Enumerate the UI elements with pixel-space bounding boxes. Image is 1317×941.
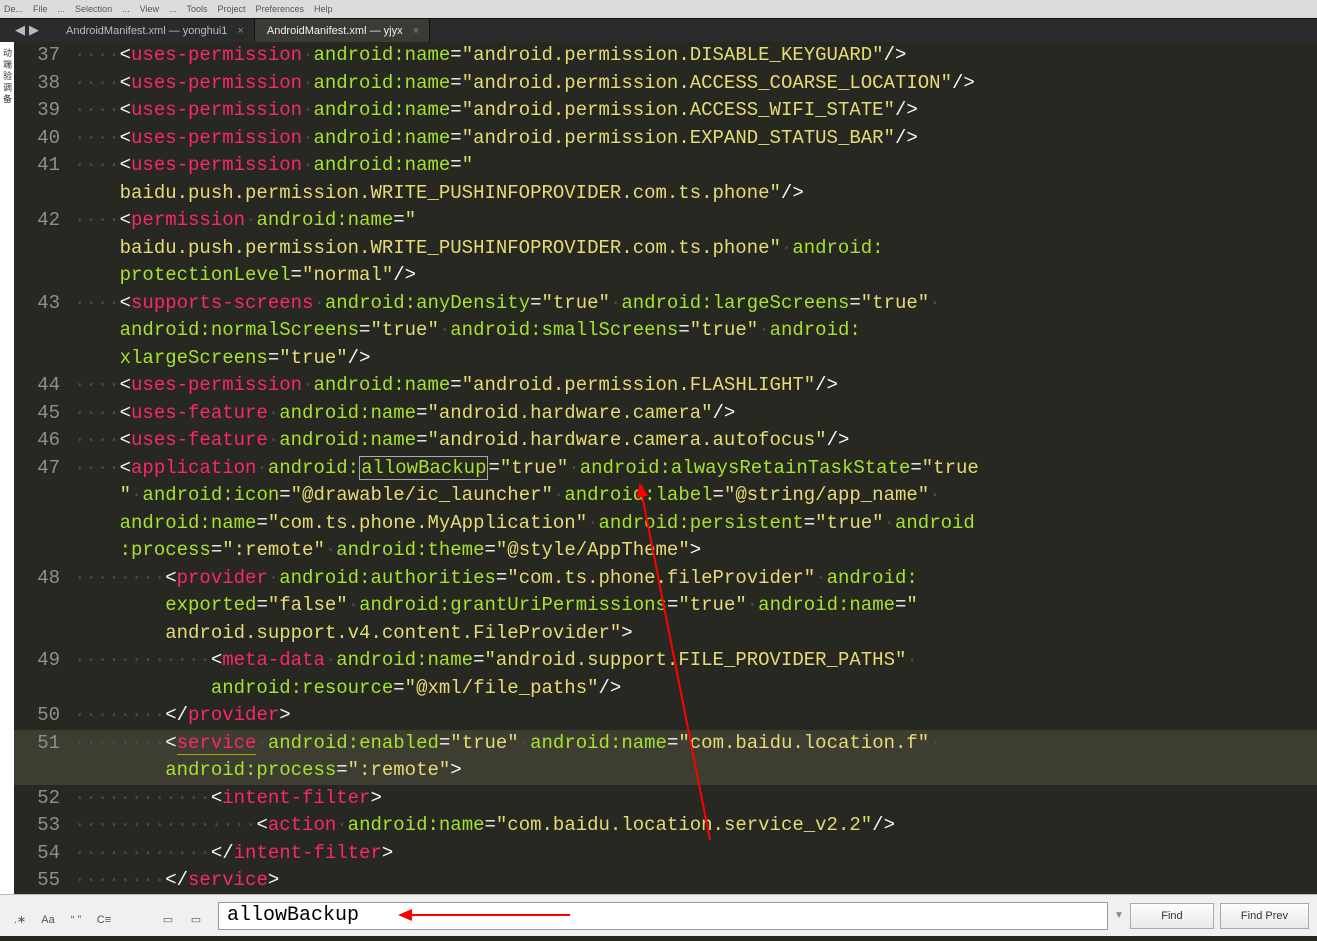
editor-tab[interactable]: AndroidManifest.xml — yonghui1 × <box>54 19 255 42</box>
menu-item[interactable]: De... <box>4 4 23 14</box>
line-number: 53 <box>14 812 74 840</box>
close-icon[interactable]: × <box>237 25 243 37</box>
line-number: 48 <box>14 565 74 593</box>
code-line[interactable]: android:name="com.ts.phone.MyApplication… <box>14 510 1317 538</box>
left-sidebar-sliver: 动 端 验 调 备 <box>0 42 14 894</box>
code-line[interactable]: :process=":remote"·android:theme="@style… <box>14 537 1317 565</box>
line-number: 51 <box>14 730 74 758</box>
code-line[interactable]: 46····<uses-feature·android:name="androi… <box>14 427 1317 455</box>
line-number: 44 <box>14 372 74 400</box>
line-number: 41 <box>14 152 74 180</box>
menu-item[interactable]: Preferences <box>256 4 305 14</box>
menu-item[interactable]: View <box>140 4 159 14</box>
code-line[interactable]: xlargeScreens="true"/> <box>14 345 1317 373</box>
code-line[interactable]: android:normalScreens="true"·android:sma… <box>14 317 1317 345</box>
code-line[interactable]: 38····<uses-permission·android:name="and… <box>14 70 1317 98</box>
nav-forward-icon[interactable]: ▶ <box>29 23 39 38</box>
line-number: 50 <box>14 702 74 730</box>
tab-label: AndroidManifest.xml — yjyx <box>267 25 403 37</box>
menu-item[interactable]: ... <box>169 4 177 14</box>
code-line[interactable]: android:resource="@xml/file_paths"/> <box>14 675 1317 703</box>
find-bar: .∗Aa“ ”C≡▭▭ ▼ Find Find Prev <box>0 894 1317 936</box>
line-number: 54 <box>14 840 74 868</box>
find-option[interactable] <box>128 899 152 923</box>
nav-back-icon[interactable]: ◀ <box>15 23 25 38</box>
code-line[interactable]: 37····<uses-permission·android:name="and… <box>14 42 1317 70</box>
line-number: 46 <box>14 427 74 455</box>
find-prev-button[interactable]: Find Prev <box>1220 903 1309 929</box>
code-line[interactable]: 45····<uses-feature·android:name="androi… <box>14 400 1317 428</box>
code-line[interactable]: 49············<meta-data·android:name="a… <box>14 647 1317 675</box>
editor-tab[interactable]: AndroidManifest.xml — yjyx × <box>255 19 430 42</box>
code-line[interactable]: 51········<service·android:enabled="true… <box>14 730 1317 758</box>
line-number: 39 <box>14 97 74 125</box>
menu-item[interactable]: ... <box>58 4 66 14</box>
line-number: 45 <box>14 400 74 428</box>
code-line[interactable]: baidu.push.permission.WRITE_PUSHINFOPROV… <box>14 235 1317 263</box>
code-line[interactable]: 48········<provider·android:authorities=… <box>14 565 1317 593</box>
code-line[interactable]: android:process=":remote"> <box>14 757 1317 785</box>
tab-label: AndroidManifest.xml — yonghui1 <box>66 25 227 37</box>
nav-buttons: ◀ ▶ <box>0 19 54 42</box>
menu-item[interactable]: ... <box>122 4 130 14</box>
code-line[interactable]: exported="false"·android:grantUriPermiss… <box>14 592 1317 620</box>
line-number: 47 <box>14 455 74 483</box>
line-number: 55 <box>14 867 74 894</box>
code-line[interactable]: "·android:icon="@drawable/ic_launcher"·a… <box>14 482 1317 510</box>
line-number: 42 <box>14 207 74 235</box>
code-line[interactable]: 47····<application·android:allowBackup="… <box>14 455 1317 483</box>
tab-bar: ◀ ▶ AndroidManifest.xml — yonghui1×Andro… <box>0 18 1317 42</box>
line-number: 40 <box>14 125 74 153</box>
menu-item[interactable]: File <box>33 4 48 14</box>
code-line[interactable]: 39····<uses-permission·android:name="and… <box>14 97 1317 125</box>
code-line[interactable]: android.support.v4.content.FileProvider"… <box>14 620 1317 648</box>
menu-item[interactable]: Help <box>314 4 333 14</box>
menu-item[interactable]: Project <box>217 4 245 14</box>
code-line[interactable]: 53················<action·android:name="… <box>14 812 1317 840</box>
editor-area[interactable]: 37····<uses-permission·android:name="and… <box>14 42 1317 894</box>
code-line[interactable]: 44····<uses-permission·android:name="and… <box>14 372 1317 400</box>
menu-item[interactable]: Tools <box>186 4 207 14</box>
code-line[interactable]: 41····<uses-permission·android:name=" <box>14 152 1317 180</box>
find-button[interactable]: Find <box>1130 903 1214 929</box>
code-line[interactable]: 43····<supports-screens·android:anyDensi… <box>14 290 1317 318</box>
menu-item[interactable]: Selection <box>75 4 112 14</box>
code-line[interactable]: 50········</provider> <box>14 702 1317 730</box>
line-number: 38 <box>14 70 74 98</box>
code-line[interactable]: 42····<permission·android:name=" <box>14 207 1317 235</box>
find-option[interactable]: “ ” <box>64 908 88 932</box>
code-line[interactable]: 55········</service> <box>14 867 1317 894</box>
find-option[interactable]: C≡ <box>92 908 116 932</box>
find-option[interactable]: Aa <box>36 908 60 932</box>
code-line[interactable]: 52············<intent-filter> <box>14 785 1317 813</box>
line-number: 37 <box>14 42 74 70</box>
line-number: 49 <box>14 647 74 675</box>
code-line[interactable]: 40····<uses-permission·android:name="and… <box>14 125 1317 153</box>
menubar[interactable]: De... File... Selection... View... Tools Proj… <box>0 0 1317 18</box>
code-line[interactable]: baidu.push.permission.WRITE_PUSHINFOPROV… <box>14 180 1317 208</box>
find-option[interactable]: .∗ <box>8 908 32 932</box>
line-number: 43 <box>14 290 74 318</box>
find-option[interactable]: ▭ <box>156 908 180 932</box>
code-line[interactable]: 54············</intent-filter> <box>14 840 1317 868</box>
line-number: 52 <box>14 785 74 813</box>
close-icon[interactable]: × <box>413 25 419 37</box>
find-option[interactable]: ▭ <box>184 908 208 932</box>
find-input[interactable] <box>218 902 1108 930</box>
code-line[interactable]: protectionLevel="normal"/> <box>14 262 1317 290</box>
